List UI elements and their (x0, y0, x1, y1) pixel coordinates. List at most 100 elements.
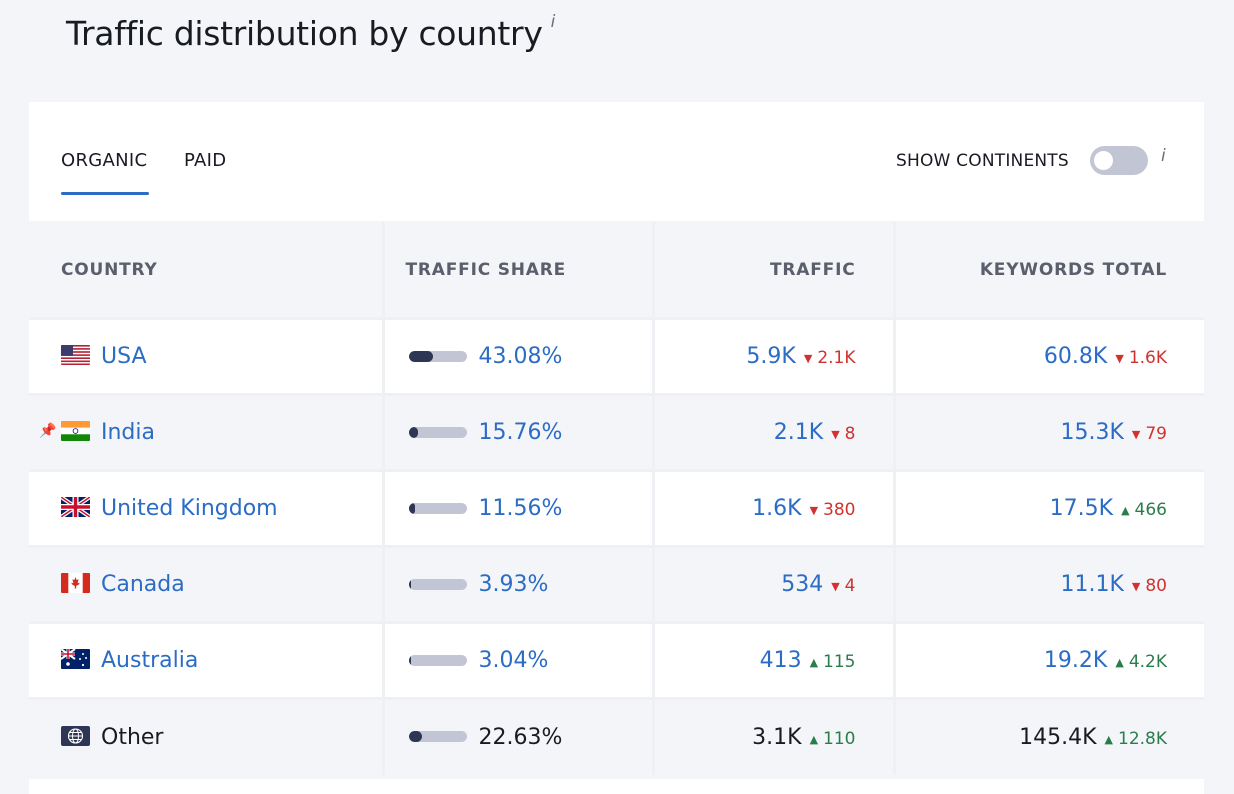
traffic-share-bar (408, 350, 467, 362)
keywords-value[interactable]: 19.2K (1044, 648, 1107, 673)
keywords-value: 145.4K (1019, 724, 1097, 750)
traffic-value[interactable]: 1.6K (752, 496, 801, 521)
canada-flag-icon (61, 573, 90, 593)
traffic-share-bar-fill (408, 426, 418, 438)
column-header-traffic[interactable]: TRAFFIC (653, 222, 896, 319)
keywords-cell: 19.2K ▲ 4.2K (894, 621, 1204, 699)
up-arrow-icon: ▲ (809, 732, 819, 746)
tab-organic[interactable]: ORGANIC (61, 150, 147, 171)
globe-icon (61, 725, 90, 746)
keywords-delta: ▲ 466 (1121, 500, 1167, 520)
traffic-share-bar-fill (408, 731, 422, 743)
active-tab-indicator (61, 192, 149, 195)
keywords-delta: ▼ 79 (1132, 424, 1167, 444)
traffic-share-bar (408, 502, 467, 514)
traffic-value[interactable]: 2.1K (774, 420, 823, 445)
country-name[interactable]: Canada (101, 572, 185, 597)
column-header-country[interactable]: COUNTRY (29, 222, 385, 319)
traffic-share-bar-fill (408, 578, 411, 590)
keywords-cell: 60.8K ▼ 1.6K (894, 317, 1204, 395)
pin-icon[interactable]: 📌 (39, 423, 56, 439)
down-arrow-icon: ▼ (809, 504, 819, 517)
traffic-delta: ▼ 8 (831, 424, 855, 444)
traffic-share-value: 22.63% (478, 724, 563, 750)
traffic-value[interactable]: 413 (760, 648, 802, 673)
country-cell: Australia (29, 621, 385, 699)
country-cell: United Kingdom (29, 469, 385, 547)
traffic-share-value: 3.93% (478, 572, 549, 597)
traffic-value[interactable]: 5.9K (746, 344, 795, 369)
traffic-share-cell: 11.56% (383, 469, 655, 547)
column-header-traffic-share[interactable]: TRAFFIC SHARE (383, 222, 655, 319)
toggle-knob (1094, 151, 1113, 170)
traffic-share-value: 11.56% (478, 496, 563, 521)
show-continents-label: SHOW CONTINENTS (896, 151, 1069, 171)
traffic-delta-value: 2.1K (817, 348, 856, 368)
up-arrow-icon: ▲ (1115, 656, 1124, 669)
keywords-value[interactable]: 11.1K (1060, 572, 1123, 597)
keywords-value[interactable]: 60.8K (1044, 344, 1107, 369)
title-text: Traffic distribution by country (66, 14, 543, 53)
table-row: Other 22.63% 3.1K ▲ 110 145.4K ▲ 12.8K (29, 697, 1204, 775)
traffic-delta: ▼ 2.1K (804, 348, 856, 368)
keywords-delta: ▲ 4.2K (1115, 652, 1167, 672)
us-flag-icon (61, 345, 90, 365)
traffic-value[interactable]: 534 (781, 572, 823, 597)
tab-paid[interactable]: PAID (184, 150, 226, 171)
keywords-cell: 11.1K ▼ 80 (894, 545, 1204, 623)
page-title: Traffic distribution by country i (66, 12, 556, 53)
traffic-share-cell: 22.63% (383, 697, 655, 775)
india-flag-icon (61, 421, 90, 441)
show-continents-toggle[interactable] (1090, 146, 1148, 175)
traffic-share-value: 15.76% (478, 420, 563, 445)
column-header-keywords-total[interactable]: KEYWORDS TOTAL (894, 222, 1204, 319)
down-arrow-icon: ▼ (1115, 352, 1124, 365)
country-name[interactable]: Australia (101, 648, 198, 673)
country-name[interactable]: USA (101, 344, 147, 369)
tabs-card: ORGANIC PAID SHOW CONTINENTS i (29, 102, 1204, 221)
keywords-value[interactable]: 15.3K (1060, 420, 1123, 445)
traffic-delta-value: 110 (823, 728, 856, 749)
traffic-delta-value: 4 (844, 576, 856, 596)
traffic-share-bar-fill (408, 502, 416, 514)
keywords-delta-value: 4.2K (1128, 652, 1167, 672)
traffic-share-bar (408, 731, 467, 743)
country-cell: Other (29, 697, 385, 775)
traffic-share-cell: 3.93% (383, 545, 655, 623)
info-icon[interactable]: i (551, 12, 556, 32)
table-row: Canada 3.93% 534 ▼ 4 11.1K ▼ 80 (29, 545, 1204, 623)
continents-info-icon[interactable]: i (1161, 146, 1166, 166)
traffic-delta: ▼ 380 (810, 500, 856, 520)
australia-flag-icon (61, 649, 90, 669)
country-name[interactable]: India (101, 420, 155, 445)
keywords-delta-value: 80 (1145, 576, 1167, 596)
traffic-share-cell: 15.76% (383, 393, 655, 471)
traffic-cell: 534 ▼ 4 (653, 545, 896, 623)
traffic-delta-value: 115 (823, 652, 856, 672)
traffic-share-cell: 43.08% (383, 317, 655, 395)
country-cell: Canada (29, 545, 385, 623)
traffic-cell: 5.9K ▼ 2.1K (653, 317, 896, 395)
keywords-value[interactable]: 17.5K (1050, 496, 1113, 521)
country-name: Other (101, 724, 164, 750)
traffic-delta: ▼ 4 (831, 576, 855, 596)
keywords-delta-value: 466 (1134, 500, 1167, 520)
keywords-delta: ▼ 80 (1132, 576, 1167, 596)
down-arrow-icon: ▼ (1131, 580, 1141, 593)
traffic-cell: 2.1K ▼ 8 (653, 393, 896, 471)
traffic-cell: 413 ▲ 115 (653, 621, 896, 699)
keywords-delta: ▼ 1.6K (1115, 348, 1167, 368)
down-arrow-icon: ▼ (831, 428, 840, 441)
traffic-share-bar (408, 654, 467, 666)
table-row: Australia 3.04% 413 ▲ 115 19.2K ▲ 4.2K (29, 621, 1204, 699)
traffic-share-value: 3.04% (478, 648, 549, 673)
keywords-cell: 145.4K ▲ 12.8K (894, 697, 1204, 775)
country-name[interactable]: United Kingdom (101, 496, 278, 521)
up-arrow-icon: ▲ (1121, 504, 1130, 517)
traffic-share-bar-fill (408, 654, 411, 666)
table-footer-strip (29, 779, 1204, 794)
traffic-share-bar-fill (408, 350, 434, 362)
traffic-delta: ▲ 115 (810, 652, 856, 672)
up-arrow-icon: ▲ (1104, 732, 1113, 746)
down-arrow-icon: ▼ (831, 580, 840, 593)
